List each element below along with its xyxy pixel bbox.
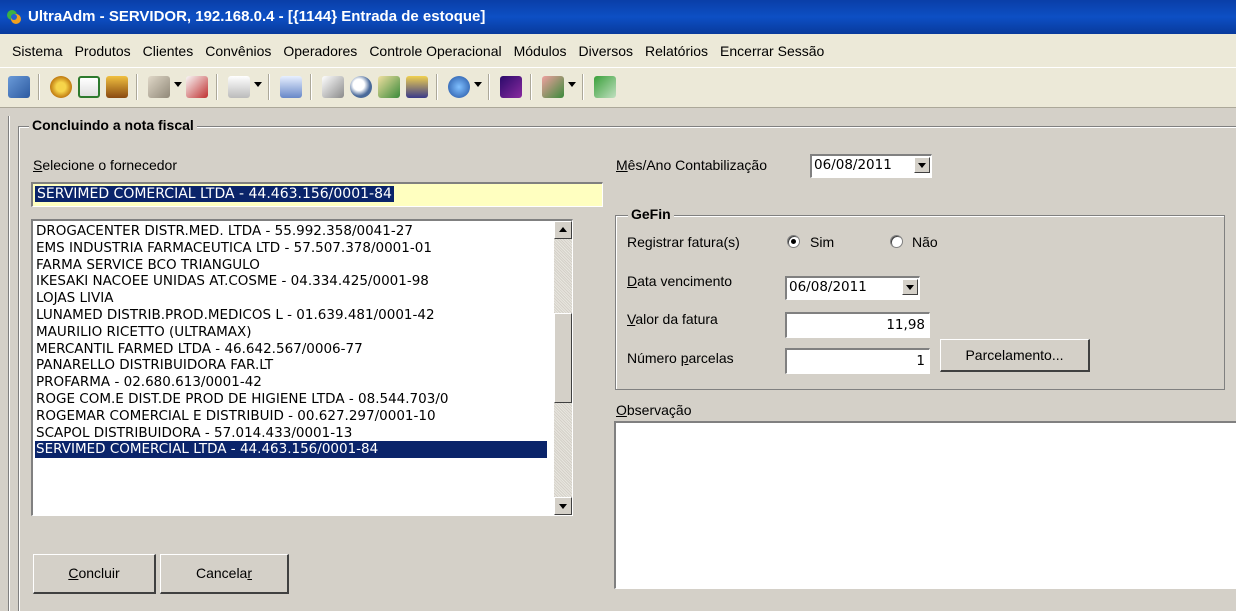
list-item[interactable]: SCAPOL DISTRIBUIDORA - 57.014.433/0001-1…: [35, 425, 547, 442]
chevron-down-icon[interactable]: [568, 82, 576, 87]
parcelas-label: Número parcelas: [627, 350, 734, 366]
valor-input[interactable]: 11,98: [785, 312, 930, 338]
title-bar: UltraAdm - SERVIDOR, 192.168.0.4 - [{114…: [0, 0, 1236, 34]
menu-sistema[interactable]: Sistema: [6, 43, 69, 59]
chart-icon[interactable]: [500, 76, 522, 98]
vencimento-value: 06/08/2011: [789, 279, 867, 295]
edit-icon[interactable]: [186, 76, 208, 98]
supplier-listbox[interactable]: DROGACENTER DISTR.MED. LTDA - 55.992.358…: [31, 219, 573, 516]
left-edge: [8, 116, 10, 611]
supplier-input-value: SERVIMED COMERCIAL LTDA - 44.463.156/000…: [35, 186, 394, 202]
paint-bucket-icon[interactable]: [106, 76, 128, 98]
vencimento-dropdown[interactable]: [902, 279, 918, 295]
supplier-scrollbar[interactable]: [554, 221, 572, 515]
toolbar: [0, 68, 1236, 108]
month-year-label: Mês/Ano Contabilização: [616, 157, 767, 173]
chevron-down-icon[interactable]: [474, 82, 482, 87]
toolbar-separator: [136, 74, 138, 100]
hand-pointer-icon[interactable]: [228, 76, 250, 98]
group-title: Concluindo a nota fiscal: [29, 117, 197, 133]
list-item[interactable]: IKESAKI NACOEE UNIDAS AT.COSME - 04.334.…: [35, 273, 547, 290]
cancelar-button[interactable]: Cancelar: [160, 554, 289, 594]
menu-operadores[interactable]: Operadores: [277, 43, 363, 59]
concluir-button[interactable]: Concluir: [33, 554, 156, 594]
menu-diversos[interactable]: Diversos: [573, 43, 639, 59]
report-icon[interactable]: [406, 76, 428, 98]
list-item[interactable]: EMS INDUSTRIA FARMACEUTICA LTD - 57.507.…: [35, 240, 547, 257]
month-year-combo[interactable]: 06/08/2011: [810, 154, 932, 178]
list-item[interactable]: DROGACENTER DISTR.MED. LTDA - 55.992.358…: [35, 223, 547, 240]
menu-modulos[interactable]: Módulos: [508, 43, 573, 59]
chevron-down-icon[interactable]: [174, 82, 182, 87]
toolbar-separator: [530, 74, 532, 100]
refresh-icon[interactable]: [378, 76, 400, 98]
toolbar-separator: [268, 74, 270, 100]
list-item[interactable]: FARMA SERVICE BCO TRIANGULO: [35, 257, 547, 274]
toolbar-separator: [216, 74, 218, 100]
toolbar-separator: [310, 74, 312, 100]
invoice-icon[interactable]: [322, 76, 344, 98]
chevron-down-icon: [918, 163, 926, 168]
menu-clientes[interactable]: Clientes: [137, 43, 200, 59]
list-item[interactable]: PANARELLO DISTRIBUIDORA FAR.LT: [35, 357, 547, 374]
toolbar-separator: [488, 74, 490, 100]
list-item[interactable]: LUNAMED DISTRIB.PROD.MEDICOS L - 01.639.…: [35, 307, 547, 324]
list-item[interactable]: LOJAS LIVIA: [35, 290, 547, 307]
menu-encerrar-sessao[interactable]: Encerrar Sessão: [714, 43, 830, 59]
registrar-label: Registrar fatura(s): [627, 234, 740, 250]
list-item[interactable]: MERCANTIL FARMED LTDA - 46.642.567/0006-…: [35, 341, 547, 358]
menu-relatorios[interactable]: Relatórios: [639, 43, 714, 59]
main-panel: Concluindo a nota fiscal Selecione o for…: [0, 108, 1236, 611]
window-title: UltraAdm - SERVIDOR, 192.168.0.4 - [{114…: [28, 8, 486, 25]
printer-icon[interactable]: [280, 76, 302, 98]
magnifier-icon[interactable]: [350, 76, 372, 98]
list-item-selected[interactable]: SERVIMED COMERCIAL LTDA - 44.463.156/000…: [35, 441, 547, 459]
observacao-label: Observação: [616, 402, 692, 418]
toolbar-separator: [582, 74, 584, 100]
list-item[interactable]: PROFARMA - 02.680.613/0001-42: [35, 374, 547, 391]
scroll-thumb[interactable]: [554, 313, 572, 403]
parcelamento-button[interactable]: Parcelamento...: [940, 339, 1090, 372]
menu-bar: Sistema Produtos Clientes Convênios Oper…: [0, 34, 1236, 68]
toolbar-separator: [436, 74, 438, 100]
plugins-icon[interactable]: [542, 76, 564, 98]
box-icon[interactable]: [148, 76, 170, 98]
menu-produtos[interactable]: Produtos: [69, 43, 137, 59]
nao-radio[interactable]: [890, 235, 903, 248]
chevron-down-icon: [906, 285, 914, 290]
list-item[interactable]: ROGE COM.E DIST.DE PROD DE HIGIENE LTDA …: [35, 391, 547, 408]
menu-convenios[interactable]: Convênios: [199, 43, 277, 59]
month-year-value: 06/08/2011: [814, 157, 892, 173]
toolbar-separator: [38, 74, 40, 100]
supplier-label: Selecione o fornecedor: [33, 157, 177, 173]
settings-gear-icon[interactable]: [50, 76, 72, 98]
calendar-icon[interactable]: [78, 76, 100, 98]
menu-controle-operacional[interactable]: Controle Operacional: [363, 43, 507, 59]
globe-icon[interactable]: [448, 76, 470, 98]
arrow-down-icon: [559, 504, 567, 509]
scroll-down-button[interactable]: [554, 497, 572, 515]
month-year-dropdown[interactable]: [914, 157, 930, 173]
sim-label: Sim: [810, 234, 835, 250]
list-item[interactable]: MAURILIO RICETTO (ULTRAMAX): [35, 324, 547, 341]
vencimento-combo[interactable]: 06/08/2011: [785, 276, 920, 300]
supplier-input[interactable]: SERVIMED COMERCIAL LTDA - 44.463.156/000…: [31, 182, 603, 207]
vencimento-label: Data vencimento: [627, 273, 733, 289]
valor-label: Valor da fatura: [627, 311, 718, 327]
nao-label: Não: [912, 234, 938, 250]
list-item[interactable]: ROGEMAR COMERCIAL E DISTRIBUID - 00.627.…: [35, 408, 547, 425]
exit-icon[interactable]: [594, 76, 616, 98]
parcelas-input[interactable]: 1: [785, 348, 930, 374]
sim-radio[interactable]: [787, 235, 800, 248]
chevron-down-icon[interactable]: [254, 82, 262, 87]
app-logo-icon: [7, 10, 21, 24]
observacao-textarea[interactable]: [614, 421, 1236, 589]
gefin-title: GeFin: [628, 206, 674, 222]
arrow-up-icon: [559, 227, 567, 232]
scroll-up-button[interactable]: [554, 221, 572, 239]
user-swap-icon[interactable]: [8, 76, 30, 98]
